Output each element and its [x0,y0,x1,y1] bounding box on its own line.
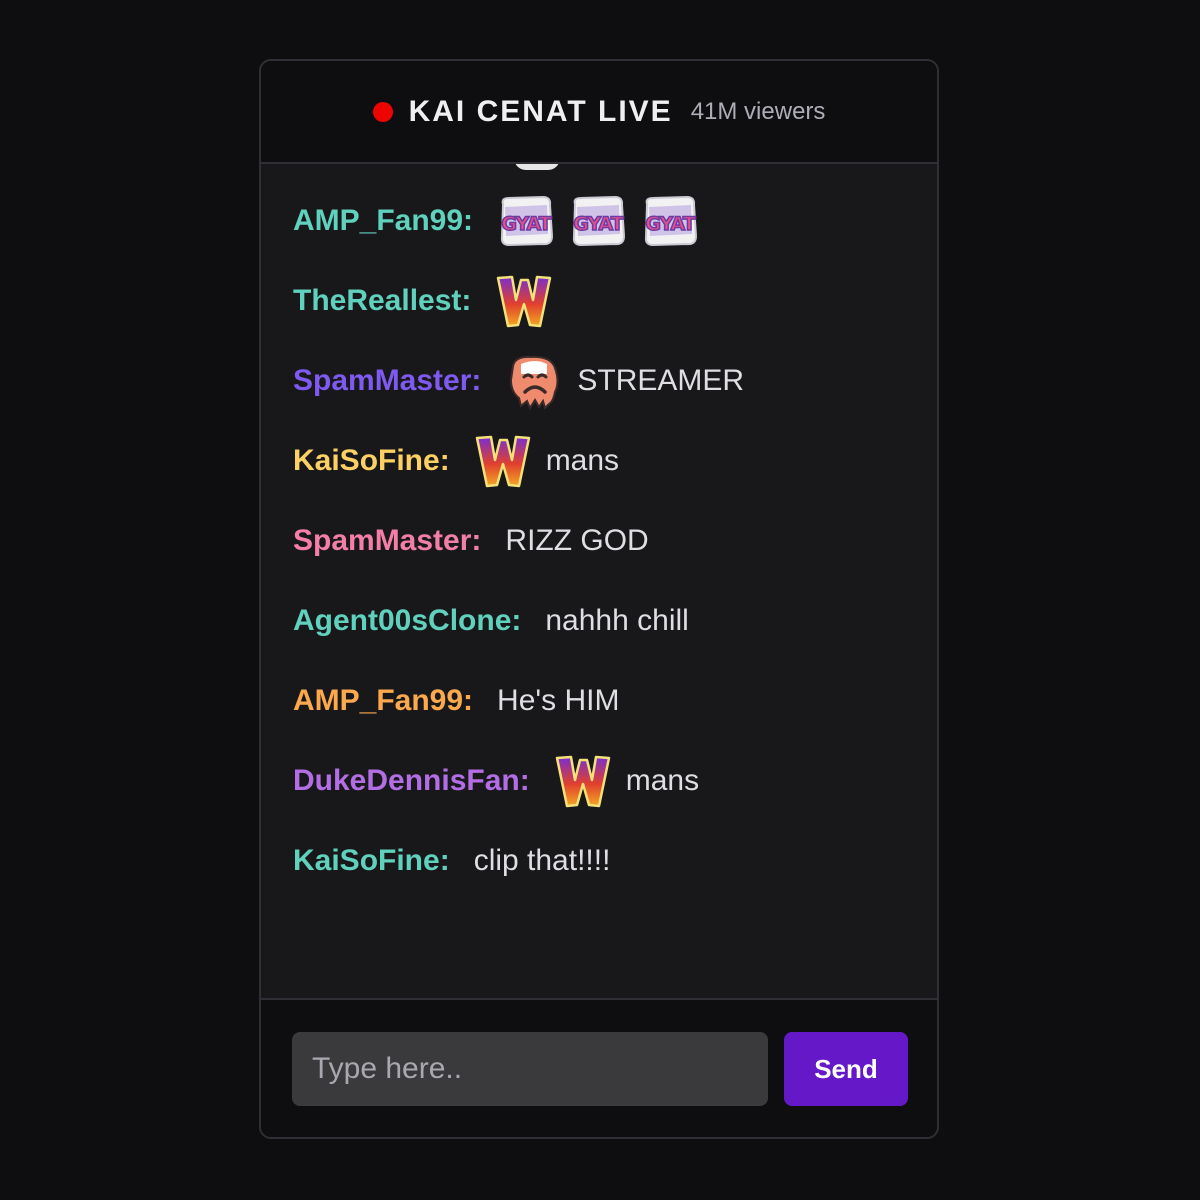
gyat-emote-icon: GYAT [641,192,699,250]
chat-message: TheReallest: [293,271,567,331]
chat-username[interactable]: SpamMaster: [293,364,481,398]
chat-message: KaiSoFine: mans [293,431,619,491]
chat-message-text: mans [625,764,700,797]
viewer-count: 41M viewers [690,97,826,125]
chat-username[interactable]: DukeDennisFan: [293,764,530,798]
chat-header: KAI CENAT LIVE 41M viewers [261,61,937,164]
sad-face-emote-icon [505,352,563,410]
gyat-emote-icon: GYAT [497,192,555,250]
chat-username[interactable]: AMP_Fan99: [293,204,473,238]
chat-message-text: nahhh chill [545,604,689,637]
chat-username[interactable]: KaiSoFine: [293,844,450,878]
chat-message-text: He's HIM [497,684,620,717]
chat-username[interactable]: KaiSoFine: [293,444,450,478]
chat-message: SpamMaster: STREAMER [293,351,744,411]
chat-username[interactable]: SpamMaster: [293,524,481,558]
chat-message-list[interactable]: AMP_Fan99: GYAT GYAT GYAT TheReallest: S… [261,164,937,1000]
svg-text:GYAT: GYAT [573,213,623,235]
svg-text:GYAT: GYAT [501,213,551,235]
chat-input[interactable] [292,1032,768,1106]
cut-off-emote-icon [514,164,560,170]
svg-text:GYAT: GYAT [645,213,695,235]
w-emote-icon [495,272,553,330]
stream-title: KAI CENAT LIVE [408,94,673,128]
chat-username[interactable]: TheReallest: [293,284,471,318]
send-button[interactable]: Send [784,1032,908,1106]
chat-username[interactable]: AMP_Fan99: [293,684,473,718]
chat-message: DukeDennisFan: mans [293,751,699,811]
chat-message-text: RIZZ GOD [505,524,649,557]
w-emote-icon [474,432,532,490]
chat-input-bar: Send [261,998,937,1137]
gyat-emote-icon: GYAT [569,192,627,250]
chat-message: KaiSoFine: clip that!!!! [293,831,610,891]
chat-message-text: clip that!!!! [473,844,611,877]
chat-window: KAI CENAT LIVE 41M viewers AMP_Fan99: GY… [259,59,939,1139]
chat-message: AMP_Fan99: He's HIM [293,671,619,731]
chat-message-text: mans [545,444,620,477]
w-emote-icon [554,752,612,810]
live-indicator-icon [372,101,393,122]
chat-message: Agent00sClone: nahhh chill [293,591,689,651]
chat-message: SpamMaster: RIZZ GOD [293,511,649,571]
chat-username[interactable]: Agent00sClone: [293,604,521,638]
chat-message-text: STREAMER [577,364,745,397]
chat-message: AMP_Fan99: GYAT GYAT GYAT [293,191,713,251]
